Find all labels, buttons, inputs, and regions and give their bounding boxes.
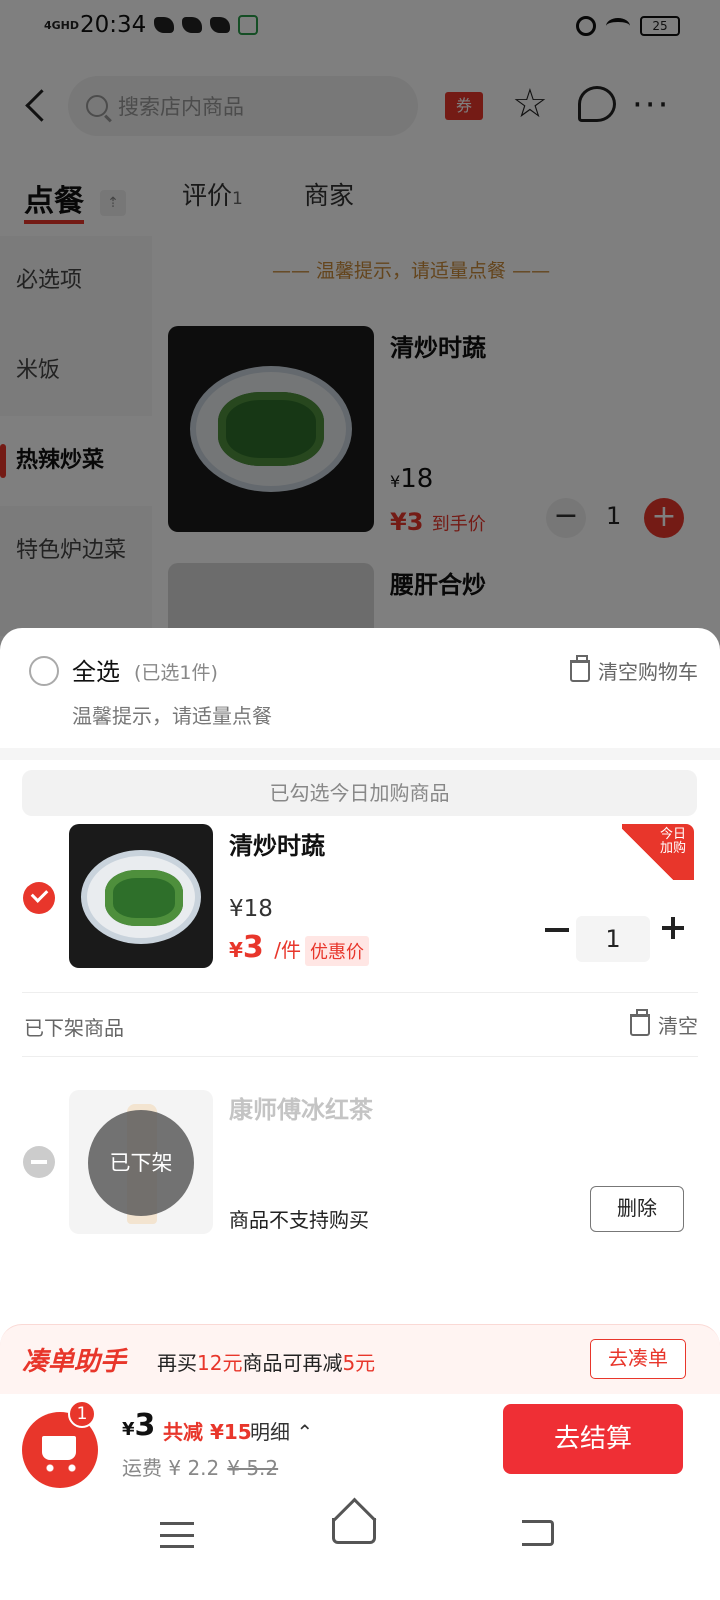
divider	[22, 992, 698, 993]
clear-offshelf-button[interactable]: 清空	[630, 1008, 698, 1039]
trash-icon	[630, 1008, 650, 1036]
clear-cart-label: 清空购物车	[598, 660, 698, 684]
cart-tip: 温馨提示，请适量点餐	[72, 704, 272, 728]
today-added-tag-text: 今日加购	[659, 827, 686, 856]
section-today-added: 已勾选今日加购商品	[22, 770, 697, 816]
unavailable-note: 商品不支持购买	[229, 1208, 369, 1232]
unavailable-icon	[23, 1146, 55, 1178]
select-all-radio[interactable]	[29, 656, 59, 686]
offshelf-item: 已下架 康师傅冰红茶 商品不支持购买 删除	[0, 1090, 720, 1240]
decrease-button[interactable]	[545, 928, 569, 932]
delivery-fee-original: ¥ 5.2	[227, 1456, 279, 1480]
assistant-title: 凑单助手	[22, 1347, 127, 1377]
item-checkbox-checked[interactable]	[23, 882, 55, 914]
cart-sheet: 全选 (已选1件) 清空购物车 温馨提示，请适量点餐 已勾选今日加购商品 清炒时…	[0, 628, 720, 1600]
item-name: 康师傅冰红茶	[229, 1096, 373, 1124]
price-detail-toggle[interactable]: 明细 ⌃	[250, 1416, 313, 1445]
offshelf-header: 已下架商品	[24, 1016, 124, 1040]
delete-button[interactable]: 删除	[590, 1186, 684, 1232]
item-original-price: ¥18	[229, 896, 273, 922]
item-name: 清炒时蔬	[229, 832, 325, 860]
cart-item[interactable]: 清炒时蔬 ¥18 ¥3 /件 优惠价 今日加购 1	[0, 824, 720, 994]
back-icon[interactable]	[522, 1520, 554, 1546]
total-discount: 共减 ¥15	[163, 1420, 252, 1444]
item-image	[69, 824, 213, 968]
trash-icon	[570, 654, 590, 682]
divider	[0, 748, 720, 760]
divider	[22, 1056, 698, 1057]
clear-cart-button[interactable]: 清空购物车	[570, 654, 698, 685]
home-icon[interactable]	[332, 1518, 376, 1544]
assistant-text: 再买12元商品可再减5元	[157, 1351, 376, 1375]
order-assistant-bar: 凑单助手 再买12元商品可再减5元 去凑单	[0, 1324, 720, 1394]
checkout-button[interactable]: 去结算	[503, 1404, 683, 1474]
add-more-button[interactable]: 去凑单	[590, 1339, 686, 1379]
clear-offshelf-label: 清空	[658, 1014, 698, 1038]
total-price: ¥3	[122, 1408, 156, 1443]
cart-header: 全选 (已选1件) 清空购物车 温馨提示，请适量点餐	[0, 628, 720, 748]
delivery-fee: 运费 ¥ 2.2 ¥ 5.2	[122, 1456, 279, 1480]
item-deal-price: ¥3 /件	[229, 930, 301, 965]
cart-count-badge: 1	[68, 1400, 96, 1428]
menu-icon[interactable]	[160, 1522, 194, 1548]
selected-count: (已选1件)	[134, 662, 218, 684]
quantity-stepper[interactable]: 1	[576, 916, 650, 962]
offshelf-mask: 已下架	[88, 1110, 194, 1216]
item-image: 已下架	[69, 1090, 213, 1234]
increase-button[interactable]	[662, 917, 684, 939]
deal-badge: 优惠价	[305, 936, 369, 966]
select-all-label[interactable]: 全选	[72, 652, 120, 687]
system-nav-bar	[0, 1508, 720, 1600]
checkout-bar: 1 ¥3 共减 ¥15 明细 ⌃ 运费 ¥ 2.2 ¥ 5.2 去结算	[0, 1394, 720, 1504]
